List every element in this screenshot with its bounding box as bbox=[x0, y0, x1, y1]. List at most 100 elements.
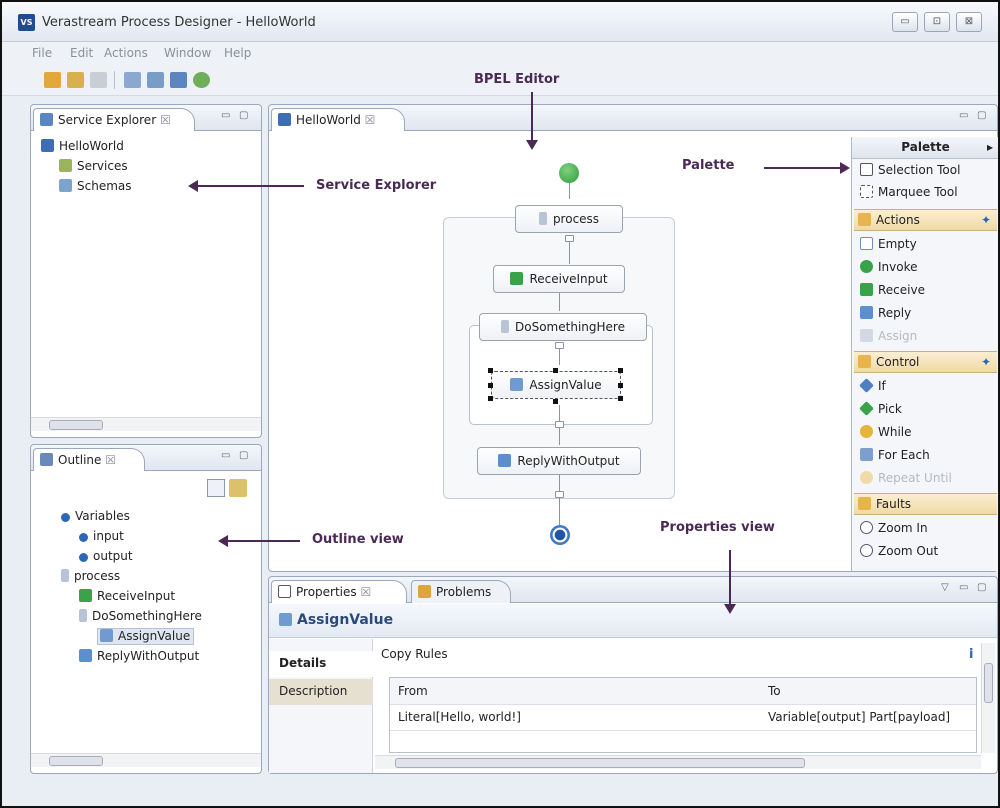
outline-item-variables[interactable]: Variables bbox=[61, 509, 202, 529]
palette-empty[interactable]: Empty bbox=[860, 237, 917, 251]
selection-handle[interactable] bbox=[553, 368, 558, 373]
column-header-to[interactable]: To bbox=[760, 678, 976, 705]
selection-handle[interactable] bbox=[488, 383, 493, 388]
selection-handle[interactable] bbox=[618, 396, 623, 401]
pin-icon[interactable]: ✦ bbox=[981, 213, 991, 227]
scroll-thumb[interactable] bbox=[49, 420, 103, 430]
outline-item-receiveinput[interactable]: ReceiveInput bbox=[61, 589, 202, 609]
outline-item-input[interactable]: input bbox=[61, 529, 202, 549]
outline-hscrollbar[interactable] bbox=[31, 753, 261, 767]
scroll-thumb[interactable] bbox=[984, 663, 993, 703]
palette-drawer-control[interactable]: Control ✦ bbox=[854, 351, 997, 373]
graph-view-toggle-icon[interactable] bbox=[229, 479, 247, 497]
palette-receive[interactable]: Receive bbox=[860, 283, 925, 297]
assignvalue-node[interactable]: AssignValue bbox=[491, 371, 621, 399]
new-project-icon[interactable] bbox=[44, 72, 61, 88]
menu-edit[interactable]: Edit bbox=[70, 46, 93, 60]
palette-assign[interactable]: Assign bbox=[860, 329, 917, 343]
menu-window[interactable]: Window bbox=[164, 46, 211, 60]
dosomethinghere-node[interactable]: DoSomethingHere bbox=[479, 313, 647, 341]
maximize-view-icon[interactable]: ▢ bbox=[977, 582, 986, 593]
side-tab-description[interactable]: Description bbox=[269, 679, 373, 705]
minimize-view-icon[interactable]: ▭ bbox=[959, 110, 968, 121]
selection-handle[interactable] bbox=[553, 399, 558, 404]
service-explorer-hscrollbar[interactable] bbox=[31, 417, 261, 431]
selection-handle[interactable] bbox=[618, 368, 623, 373]
outline-item-assignvalue[interactable]: AssignValue bbox=[61, 628, 202, 649]
close-tab-icon[interactable]: ☒ bbox=[105, 453, 116, 467]
scroll-thumb[interactable] bbox=[395, 758, 805, 768]
maximize-view-icon[interactable]: ▢ bbox=[239, 110, 248, 121]
palette-zoom-out[interactable]: Zoom Out bbox=[860, 544, 938, 558]
close-tab-icon[interactable]: ☒ bbox=[160, 113, 171, 127]
tab-properties[interactable]: Properties ☒ bbox=[271, 580, 407, 603]
close-button[interactable]: ⊠ bbox=[956, 12, 982, 32]
maximize-view-icon[interactable]: ▢ bbox=[239, 450, 248, 461]
palette-label: Assign bbox=[878, 329, 918, 343]
pin-icon[interactable]: ✦ bbox=[981, 355, 991, 369]
selection-handle[interactable] bbox=[488, 396, 493, 401]
palette-collapse-icon[interactable]: ▸ bbox=[987, 140, 993, 154]
minimize-view-icon[interactable]: ▭ bbox=[959, 582, 968, 593]
save-icon[interactable] bbox=[90, 72, 107, 88]
service-explorer-icon bbox=[40, 113, 53, 126]
process-node[interactable]: process bbox=[515, 205, 623, 233]
replywithoutput-node[interactable]: ReplyWithOutput bbox=[477, 447, 641, 475]
palette-while[interactable]: While bbox=[860, 425, 912, 439]
properties-vscrollbar[interactable] bbox=[981, 643, 995, 753]
palette-for-each[interactable]: For Each bbox=[860, 448, 930, 462]
selection-handle[interactable] bbox=[488, 368, 493, 373]
maximize-view-icon[interactable]: ▢ bbox=[977, 110, 986, 121]
side-tab-details[interactable]: Details bbox=[269, 651, 373, 677]
editor-tabstrip: HelloWorld ☒ ▭ ▢ bbox=[269, 105, 997, 131]
view-menu-icon[interactable]: ▽ bbox=[941, 582, 949, 593]
scroll-thumb[interactable] bbox=[49, 756, 103, 766]
palette-repeat-until[interactable]: Repeat Until bbox=[860, 471, 952, 485]
close-tab-icon[interactable]: ☒ bbox=[365, 113, 376, 127]
export-icon[interactable] bbox=[147, 72, 164, 88]
open-folder-icon[interactable] bbox=[67, 72, 84, 88]
maximize-button[interactable]: ⊡ bbox=[924, 12, 950, 32]
palette-selection-tool[interactable]: Selection Tool bbox=[860, 163, 960, 177]
arrow-head-icon bbox=[724, 604, 736, 614]
palette-pick[interactable]: Pick bbox=[859, 401, 902, 416]
menu-actions[interactable]: Actions bbox=[104, 46, 148, 60]
tab-outline[interactable]: Outline ☒ bbox=[33, 448, 145, 471]
palette-reply[interactable]: Reply bbox=[860, 306, 911, 320]
end-node-icon[interactable] bbox=[550, 525, 570, 545]
palette-invoke[interactable]: Invoke bbox=[860, 260, 918, 274]
import-icon[interactable] bbox=[124, 72, 141, 88]
menu-file[interactable]: File bbox=[32, 46, 52, 60]
tree-view-toggle-icon[interactable] bbox=[207, 479, 225, 497]
tab-helloworld[interactable]: HelloWorld ☒ bbox=[271, 108, 405, 131]
column-header-from[interactable]: From bbox=[390, 678, 760, 705]
minimize-view-icon[interactable]: ▭ bbox=[221, 450, 230, 461]
palette-drawer-faults[interactable]: Faults bbox=[854, 493, 997, 515]
table-row[interactable]: Literal[Hello, world!] Variable[output] P… bbox=[390, 704, 976, 731]
deploy-icon[interactable] bbox=[170, 72, 187, 88]
palette-zoom-in[interactable]: Zoom In bbox=[860, 521, 928, 535]
info-icon[interactable]: i bbox=[969, 647, 973, 662]
palette-if[interactable]: If bbox=[859, 378, 886, 393]
menu-help[interactable]: Help bbox=[224, 46, 251, 60]
tree-item-helloworld[interactable]: HelloWorld bbox=[41, 139, 132, 159]
minimize-view-icon[interactable]: ▭ bbox=[221, 110, 230, 121]
selection-handle[interactable] bbox=[618, 383, 623, 388]
outline-item-process[interactable]: process bbox=[61, 569, 202, 589]
outline-item-output[interactable]: output bbox=[61, 549, 202, 569]
tab-problems[interactable]: Problems bbox=[411, 580, 511, 603]
tree-item-services[interactable]: Services bbox=[41, 159, 132, 179]
tab-service-explorer[interactable]: Service Explorer ☒ bbox=[33, 108, 195, 131]
close-tab-icon[interactable]: ☒ bbox=[360, 585, 371, 599]
run-icon[interactable] bbox=[193, 72, 210, 88]
receiveinput-node[interactable]: ReceiveInput bbox=[493, 265, 625, 293]
minimize-button[interactable]: ▭ bbox=[892, 12, 918, 32]
palette-drawer-actions[interactable]: Actions ✦ bbox=[854, 209, 997, 231]
tree-item-schemas[interactable]: Schemas bbox=[41, 179, 132, 199]
outline-item-replywithoutput[interactable]: ReplyWithOutput bbox=[61, 649, 202, 669]
palette-marquee-tool[interactable]: Marquee Tool bbox=[860, 185, 958, 199]
outline-item-dosomethinghere[interactable]: DoSomethingHere bbox=[61, 609, 202, 629]
start-node-icon[interactable] bbox=[559, 163, 579, 183]
properties-hscrollbar[interactable] bbox=[375, 755, 981, 769]
annotation-outline-view: Outline view bbox=[312, 532, 404, 547]
